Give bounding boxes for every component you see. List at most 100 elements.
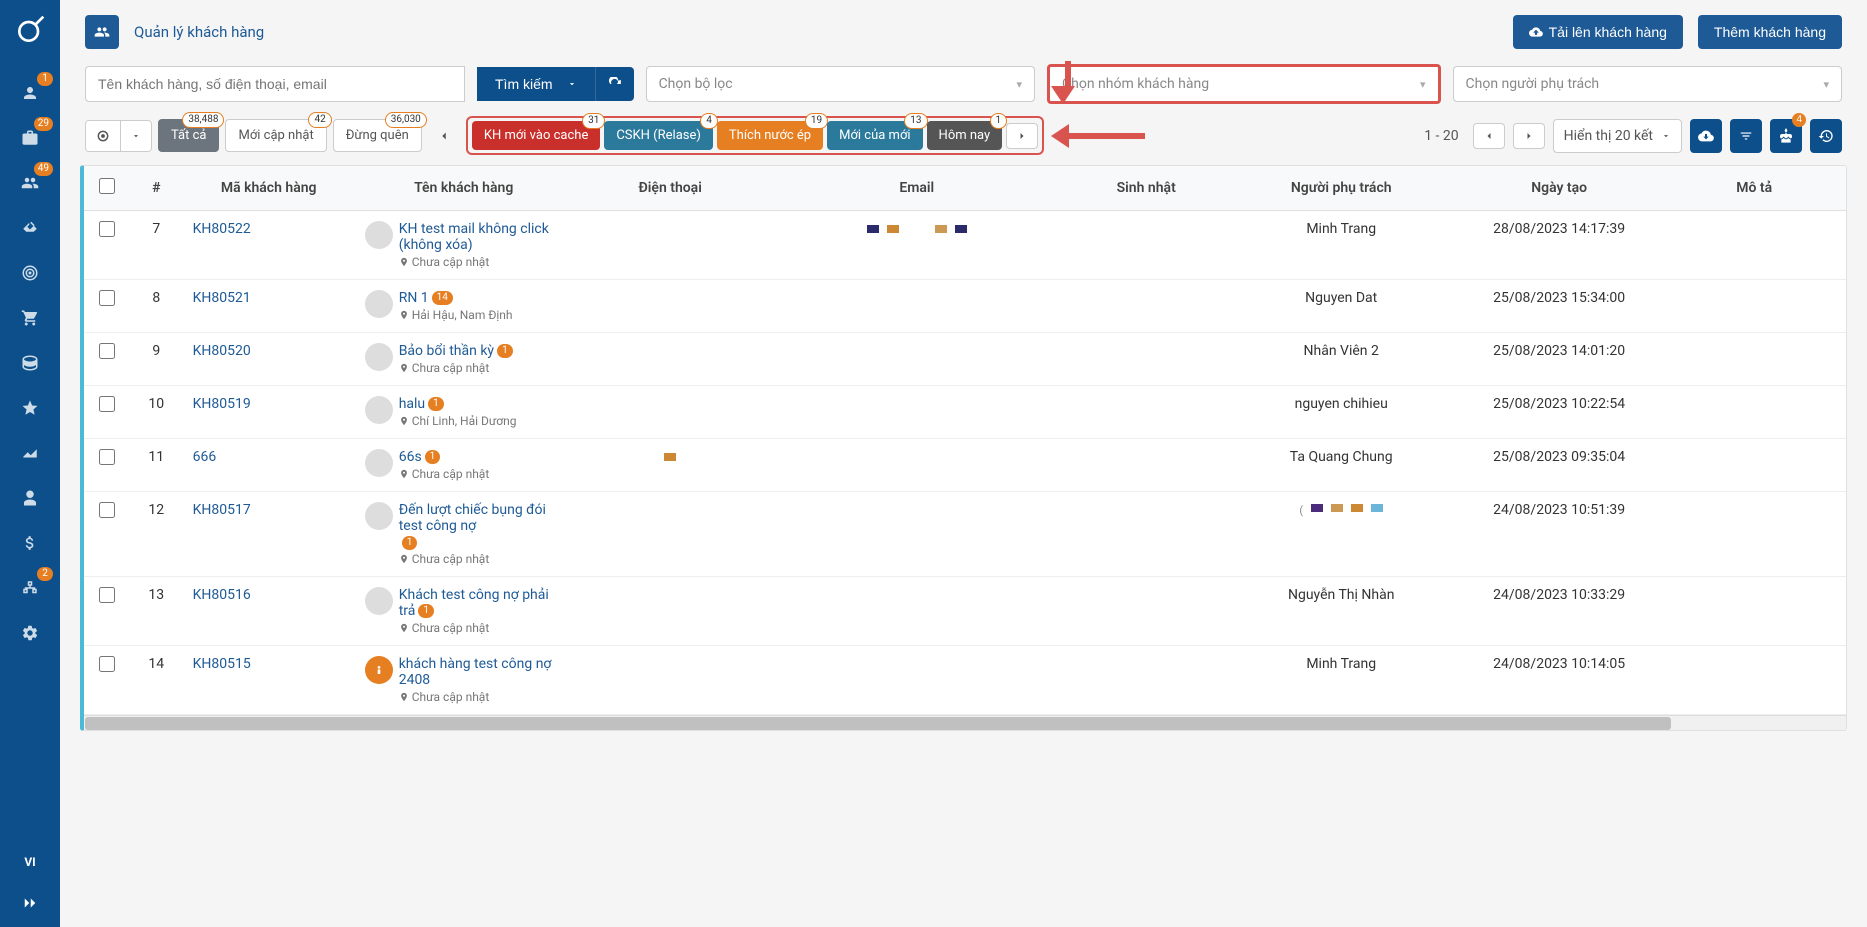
row-checkbox[interactable] <box>99 221 115 237</box>
customer-code-link[interactable]: KH80515 <box>193 656 251 672</box>
customer-name-link[interactable]: halu <box>399 396 425 412</box>
customer-name-link[interactable]: Đến lượt chiếc bụng đói test công nợ <box>399 502 546 534</box>
col-email: Email <box>768 166 1066 211</box>
tag-cskh-(relase)[interactable]: CSKH (Relase)4 <box>604 121 713 150</box>
cloud-download-button[interactable] <box>1690 119 1722 153</box>
col-assignee: Người phụ trách <box>1227 166 1456 211</box>
page-header: Quản lý khách hàng Tải lên khách hàng Th… <box>60 0 1867 64</box>
avatar <box>365 449 393 477</box>
pill-all[interactable]: Tất cả38,488 <box>158 119 219 152</box>
row-number: 9 <box>130 333 183 386</box>
page-prev-button[interactable] <box>1473 123 1505 149</box>
table-row: 7KH80522KH test mail không click (không … <box>84 211 1846 280</box>
refresh-button[interactable] <box>595 67 634 101</box>
customer-code-link[interactable]: KH80519 <box>193 396 251 412</box>
created-cell: 25/08/2023 10:22:54 <box>1456 386 1662 439</box>
row-checkbox[interactable] <box>99 449 115 465</box>
page-next-button[interactable] <box>1513 123 1545 149</box>
assignee-cell: Ta Quang Chung <box>1227 439 1456 492</box>
avatar-info <box>365 656 393 684</box>
assignee-cell: Nhân Viên 2 <box>1227 333 1456 386</box>
annotation-arrow-down <box>1060 61 1075 104</box>
view-dropdown-button[interactable] <box>120 121 151 151</box>
row-checkbox[interactable] <box>99 290 115 306</box>
table-row: 8KH80521RN 114Hải Hậu, Nam ĐịnhNguyen Da… <box>84 280 1846 333</box>
customer-code-link[interactable]: KH80517 <box>193 502 251 518</box>
search-input[interactable] <box>85 66 465 102</box>
customer-code-link[interactable]: KH80521 <box>193 290 251 306</box>
language-indicator[interactable]: VI <box>24 840 35 884</box>
location-text: Chưa cập nhật <box>399 690 563 704</box>
tag-hôm-nay[interactable]: Hôm nay1 <box>927 121 1003 150</box>
horizontal-scrollbar[interactable] <box>84 715 1846 730</box>
sidebar-item-target[interactable] <box>5 250 55 295</box>
sidebar-item-chart[interactable] <box>5 430 55 475</box>
view-mode-button[interactable] <box>86 121 120 151</box>
sidebar-expand-button[interactable] <box>21 884 39 927</box>
sidebar-item-users[interactable]: 49 <box>5 160 55 205</box>
customer-group-select[interactable]: Chọn nhóm khách hàng▾ <box>1047 64 1440 104</box>
customer-name-link[interactable]: RN 1 <box>399 290 429 306</box>
customers-icon-button[interactable] <box>85 15 119 49</box>
customer-code-link[interactable]: KH80522 <box>193 221 251 237</box>
location-text: Hải Hậu, Nam Định <box>399 308 513 322</box>
search-button[interactable]: Tìm kiếm <box>477 67 595 101</box>
row-number: 10 <box>130 386 183 439</box>
col-birthday: Sinh nhật <box>1066 166 1227 211</box>
filter-select[interactable]: Chọn bộ lọc▾ <box>646 66 1035 102</box>
avatar <box>365 587 393 615</box>
assignee-cell: Nguyễn Thị Nhàn <box>1227 577 1456 646</box>
sidebar-item-handshake[interactable] <box>5 205 55 250</box>
tag-kh-mới-vào-cache[interactable]: KH mới vào cache31 <box>472 121 601 150</box>
created-cell: 25/08/2023 09:35:04 <box>1456 439 1662 492</box>
customer-code-link[interactable]: KH80520 <box>193 343 251 359</box>
history-button[interactable] <box>1810 119 1842 153</box>
tag-thích-nước-ép[interactable]: Thích nước ép19 <box>717 121 823 150</box>
tag-mới-của-mới[interactable]: Mới của mới13 <box>827 121 922 150</box>
assignee-cell: ( <box>1227 492 1456 577</box>
sidebar-item-cart[interactable] <box>5 295 55 340</box>
sidebar-item-person[interactable] <box>5 475 55 520</box>
sidebar-item-dollar[interactable] <box>5 520 55 565</box>
created-cell: 25/08/2023 15:34:00 <box>1456 280 1662 333</box>
sidebar-item-coins[interactable] <box>5 340 55 385</box>
customer-code-link[interactable]: KH80516 <box>193 587 251 603</box>
row-checkbox[interactable] <box>99 396 115 412</box>
col-created: Ngày tạo <box>1456 166 1662 211</box>
customer-name-link[interactable]: Bảo bổi thần kỳ <box>399 343 494 359</box>
add-customer-button[interactable]: Thêm khách hàng <box>1698 15 1842 49</box>
assignee-select[interactable]: Chọn người phụ trách▾ <box>1453 66 1842 102</box>
customer-name-link[interactable]: 66s <box>399 449 422 465</box>
page-size-select[interactable]: Hiển thị 20 kết <box>1553 119 1682 153</box>
row-checkbox[interactable] <box>99 587 115 603</box>
app-logo[interactable] <box>10 10 50 50</box>
sidebar-item-star[interactable] <box>5 385 55 430</box>
row-checkbox[interactable] <box>99 343 115 359</box>
location-text: Chưa cập nhật <box>399 361 513 375</box>
select-all-checkbox[interactable] <box>99 178 115 194</box>
birthday-button[interactable]: 4 <box>1770 119 1802 153</box>
pill-recent-update[interactable]: Mới cập nhật42 <box>225 119 326 152</box>
table-row: 10KH80519halu1Chí Linh, Hải Dươngnguyen … <box>84 386 1846 439</box>
sidebar-item-gear[interactable] <box>5 610 55 655</box>
row-checkbox[interactable] <box>99 656 115 672</box>
col-name: Tên khách hàng <box>355 166 573 211</box>
location-text: Chưa cập nhật <box>399 255 563 269</box>
table-row: 12KH80517Đến lượt chiếc bụng đói test cô… <box>84 492 1846 577</box>
sidebar-item-sitemap[interactable]: 2 <box>5 565 55 610</box>
tags-prev-button[interactable] <box>428 123 460 149</box>
location-text: Chí Linh, Hải Dương <box>399 414 517 428</box>
customer-name-link[interactable]: khách hàng test công nợ 2408 <box>399 656 552 688</box>
sidebar-item-briefcase[interactable]: 29 <box>5 115 55 160</box>
row-number: 13 <box>130 577 183 646</box>
customer-name-link[interactable]: KH test mail không click (không xóa) <box>399 221 549 253</box>
filter-button[interactable] <box>1730 119 1762 153</box>
upload-customers-button[interactable]: Tải lên khách hàng <box>1513 15 1683 49</box>
tags-next-button[interactable] <box>1006 123 1038 149</box>
customer-group-tags: KH mới vào cache31CSKH (Relase)4Thích nư… <box>466 116 1044 155</box>
sidebar-item-user[interactable]: 1 <box>5 70 55 115</box>
pill-dont-forget[interactable]: Đừng quên36,030 <box>333 119 422 152</box>
row-checkbox[interactable] <box>99 502 115 518</box>
assignee-cell: nguyen chihieu <box>1227 386 1456 439</box>
customer-code-link[interactable]: 666 <box>193 449 217 465</box>
